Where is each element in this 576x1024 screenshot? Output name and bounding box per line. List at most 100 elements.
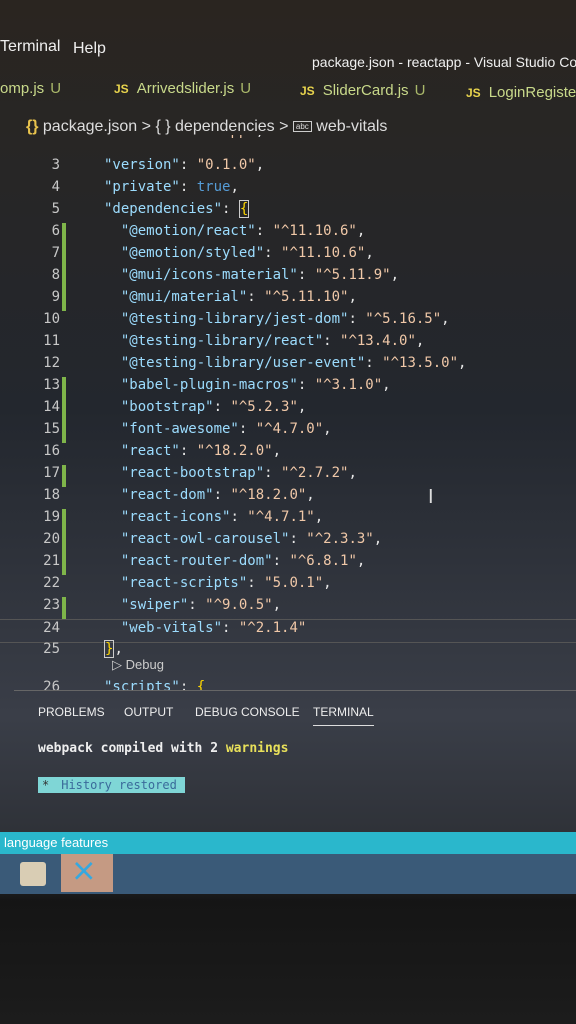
line-number: 25 xyxy=(43,641,60,657)
window-title: package.json - reactapp - Visual Studio … xyxy=(312,54,576,70)
tab-debug-console[interactable]: DEBUG CONSOLE xyxy=(195,705,300,719)
code-line: 14 "bootstrap": "^5.2.3", xyxy=(0,399,576,421)
js-file-icon: JS xyxy=(300,84,315,98)
code-line: 12 "@testing-library/user-event": "^13.5… xyxy=(0,355,576,377)
code-text: "scripts": { xyxy=(104,679,206,690)
line-number: 6 xyxy=(51,223,60,239)
string-property-icon: abc xyxy=(292,121,312,133)
line-number: 4 xyxy=(51,179,60,195)
line-number: 24 xyxy=(43,620,60,636)
line-number: 21 xyxy=(43,553,60,569)
breadcrumb-file[interactable]: package.json xyxy=(43,118,137,135)
object-icon: { } xyxy=(155,118,171,135)
warnings-label: warnings xyxy=(225,741,289,756)
tab-comp[interactable]: omp.js U xyxy=(0,80,61,97)
tab-label: LoginRegister. xyxy=(488,84,576,101)
microsoft-store-icon[interactable] xyxy=(20,862,46,886)
line-number: 5 xyxy=(51,201,60,217)
code-text: "@mui/icons-material": "^5.11.9", xyxy=(120,267,400,283)
code-text: "react-router-dom": "^6.8.1", xyxy=(120,553,366,569)
status-bar: language features xyxy=(0,832,576,854)
modified-gutter-marker xyxy=(62,465,66,487)
line-number: 15 xyxy=(43,421,60,437)
modified-gutter-marker xyxy=(62,597,66,619)
line-number: 22 xyxy=(43,575,60,591)
code-text: "react-bootstrap": "^2.7.2", xyxy=(120,465,357,481)
code-text: "name": "reactapp", xyxy=(104,135,264,139)
code-text: "react-scripts": "5.0.1", xyxy=(120,575,332,591)
line-number: 7 xyxy=(51,245,60,261)
line-number: 12 xyxy=(43,355,60,371)
history-text: History restored xyxy=(61,778,177,792)
json-file-icon: {} xyxy=(26,118,39,135)
code-text: }, xyxy=(104,640,123,658)
code-text: "react-owl-carousel": "^2.3.3", xyxy=(120,531,383,547)
menu-help[interactable]: Help xyxy=(73,40,106,58)
code-text: "@emotion/styled": "^11.10.6", xyxy=(120,245,374,261)
code-line: 26 "scripts": { xyxy=(0,679,576,690)
code-line: 7 "@emotion/styled": "^11.10.6", xyxy=(0,245,576,267)
line-number: 14 xyxy=(43,399,60,415)
code-text: "react": "^18.2.0", xyxy=(120,443,282,459)
code-line: 19 "react-icons": "^4.7.1", xyxy=(0,509,576,531)
tab-terminal[interactable]: TERMINAL xyxy=(313,705,374,726)
code-text: "dependencies": { xyxy=(104,200,250,218)
line-number: 18 xyxy=(43,487,60,503)
vscode-taskbar-button[interactable]: ⨉ xyxy=(61,854,113,892)
editor-tabs: omp.js U JS Arrivedslider.js U JS SliderCard… xyxy=(0,80,576,110)
history-marker: * xyxy=(42,778,50,792)
code-line: 23 "swiper": "^9.0.5", xyxy=(0,597,576,619)
code-text: "version": "0.1.0", xyxy=(104,157,265,173)
code-line: 15 "font-awesome": "^4.7.0", xyxy=(0,421,576,443)
code-line: 5 "dependencies": { xyxy=(0,200,576,223)
tab-arrivedslider[interactable]: JS Arrivedslider.js U xyxy=(114,80,251,97)
code-text: "private": true, xyxy=(104,179,239,195)
code-text: "@testing-library/react": "^13.4.0", xyxy=(120,333,425,349)
code-text: "font-awesome": "^4.7.0", xyxy=(120,421,332,437)
taskbar: ⨉ xyxy=(0,854,576,894)
modified-gutter-marker xyxy=(62,289,66,311)
terminal-text: webpack compiled with xyxy=(38,741,211,756)
line-number: 3 xyxy=(51,157,60,173)
tab-problems[interactable]: PROBLEMS xyxy=(38,705,105,719)
code-line: 21 "react-router-dom": "^6.8.1", xyxy=(0,553,576,575)
line-number: 26 xyxy=(43,679,60,690)
code-line: 3 "version": "0.1.0", xyxy=(0,157,576,179)
vscode-icon: ⨉ xyxy=(75,859,93,884)
code-line: 20 "react-owl-carousel": "^2.3.3", xyxy=(0,531,576,553)
breadcrumb-web-vitals[interactable]: web-vitals xyxy=(316,118,387,135)
line-number: 20 xyxy=(43,531,60,547)
code-line: 10 "@testing-library/jest-dom": "^5.16.5… xyxy=(0,311,576,333)
tab-label: SliderCard.js xyxy=(322,82,409,99)
line-number: 13 xyxy=(43,377,60,393)
code-line: 25}, xyxy=(0,640,576,663)
code-line: 18 "react-dom": "^18.2.0", xyxy=(0,487,576,509)
code-text: "@testing-library/user-event": "^13.5.0"… xyxy=(120,355,467,371)
line-number: 11 xyxy=(43,333,60,349)
breadcrumb: {} package.json > { } dependencies > abc… xyxy=(26,118,388,135)
code-line: 8 "@mui/icons-material": "^5.11.9", xyxy=(0,267,576,289)
line-number: 19 xyxy=(43,509,60,525)
menu-terminal[interactable]: Terminal xyxy=(0,38,60,56)
line-number: 2 xyxy=(30,135,60,139)
tab-label: omp.js xyxy=(0,80,45,97)
modified-gutter-marker xyxy=(62,245,66,267)
code-line: 11 "@testing-library/react": "^13.4.0", xyxy=(0,333,576,355)
tab-output[interactable]: OUTPUT xyxy=(124,705,173,719)
tab-loginregister[interactable]: JS LoginRegister. xyxy=(466,84,576,101)
tab-slidercard[interactable]: JS SliderCard.js U xyxy=(300,82,425,99)
code-line: 17 "react-bootstrap": "^2.7.2", xyxy=(0,465,576,487)
code-line: 4 "private": true, xyxy=(0,179,576,201)
breadcrumb-dependencies[interactable]: dependencies xyxy=(175,118,275,135)
js-file-icon: JS xyxy=(466,86,481,100)
code-editor[interactable]: 2 "name": "reactapp", 3 "version": "0.1.0",… xyxy=(0,135,576,690)
debug-codelens[interactable]: ▷ Debug xyxy=(112,657,164,673)
tab-status: U xyxy=(414,82,426,99)
code-text: "swiper": "^9.0.5", xyxy=(120,597,282,613)
js-file-icon: JS xyxy=(114,82,129,96)
warning-count: 2 xyxy=(210,741,219,756)
code-text: "bootstrap": "^5.2.3", xyxy=(120,399,307,415)
text-cursor-icon: I xyxy=(428,486,434,508)
code-text: "react-dom": "^18.2.0", xyxy=(120,487,315,503)
modified-gutter-marker xyxy=(62,377,66,399)
